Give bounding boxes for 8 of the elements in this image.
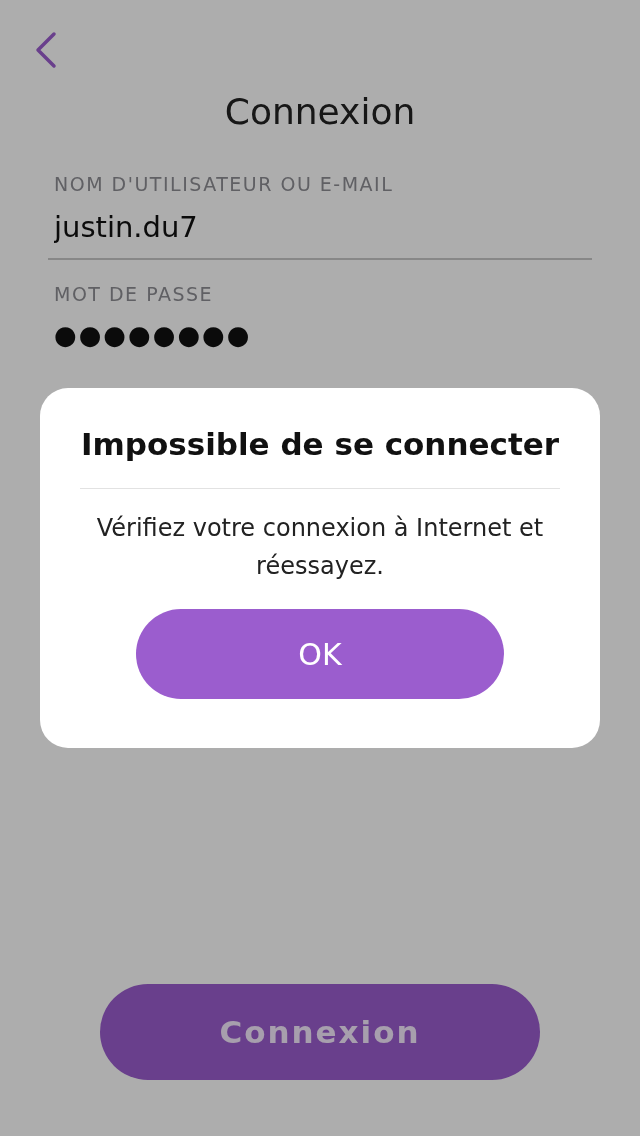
field-label: MOT DE PASSE	[54, 281, 215, 306]
alert-title: Impossible de se connecter	[79, 425, 561, 464]
page-title: Connexion	[223, 90, 417, 134]
alert-message: Vérifiez votre connexion à Internet et réessayez.	[95, 513, 545, 582]
field-label: NOM D'UTILISATEUR OU E-MAIL	[54, 172, 395, 196]
input-field[interactable]: justin.du7	[48, 196, 592, 260]
password-field[interactable]: ●●●●●●●●	[48, 305, 592, 363]
ok-button[interactable]: OK	[136, 609, 504, 699]
